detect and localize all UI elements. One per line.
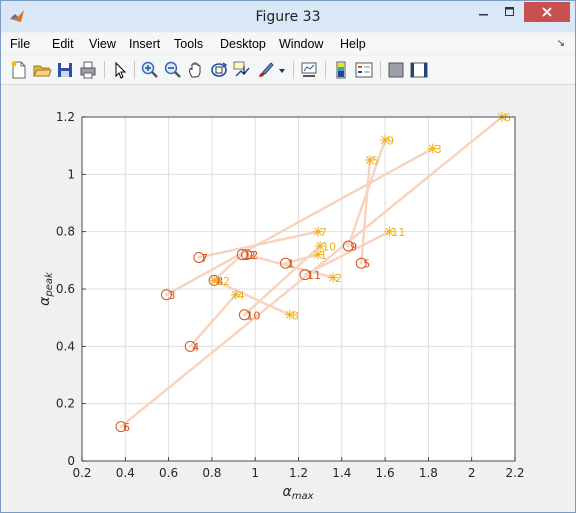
hide-plot-tools-icon[interactable] — [386, 60, 406, 80]
star-label-9: 9 — [387, 134, 394, 147]
circle-label-3: 3 — [168, 289, 175, 302]
x-tick-label: 0.4 — [116, 466, 135, 480]
save-icon[interactable] — [55, 60, 75, 80]
circle-label-9: 9 — [350, 241, 357, 254]
y-axis-label: αpeak — [37, 271, 55, 306]
star-label-12: 12 — [216, 275, 230, 288]
menu-view[interactable]: View — [89, 37, 116, 51]
x-tick-label: 2.2 — [505, 466, 524, 480]
star-label-2: 2 — [335, 272, 342, 285]
x-axis-label: αmax — [282, 484, 313, 502]
x-tick-label: 1.2 — [289, 466, 308, 480]
insert-colorbar-icon[interactable] — [331, 60, 351, 80]
x-tick-label: 1.6 — [376, 466, 395, 480]
x-tick-label: 2 — [468, 466, 476, 480]
data-cursor-icon[interactable] — [232, 60, 252, 80]
menu-bar: File Edit View Insert Tools Desktop Wind… — [1, 33, 575, 55]
maximize-icon — [505, 7, 514, 16]
toolbar-separator — [134, 61, 135, 79]
toolbar-separator — [293, 61, 294, 79]
circle-label-11: 11 — [307, 269, 321, 282]
x-tick-label: 1.4 — [332, 466, 351, 480]
x-tick-label: 0.6 — [159, 466, 178, 480]
star-label-8: 8 — [292, 309, 299, 322]
pan-hand-icon[interactable] — [186, 60, 206, 80]
menu-tools[interactable]: Tools — [174, 37, 203, 51]
circle-label-4: 4 — [192, 341, 199, 354]
circle-label-12: 12 — [244, 249, 258, 262]
menu-desktop[interactable]: Desktop — [220, 37, 266, 51]
menu-file[interactable]: File — [10, 37, 30, 51]
y-tick-label: 0.2 — [56, 397, 75, 411]
x-tick-label: 1.8 — [419, 466, 438, 480]
rotate-3d-icon[interactable] — [209, 60, 229, 80]
menu-insert[interactable]: Insert — [129, 37, 160, 51]
star-label-10: 10 — [322, 241, 336, 254]
dock-arrow-icon[interactable]: ↘ — [557, 38, 565, 49]
title-bar[interactable]: Figure 33 — [1, 1, 575, 32]
new-figure-icon[interactable] — [9, 60, 29, 80]
menu-window[interactable]: Window — [279, 37, 323, 51]
print-icon[interactable] — [78, 60, 98, 80]
y-tick-label: 1 — [67, 167, 75, 181]
y-tick-label: 1.2 — [56, 110, 75, 124]
toolbar-separator — [380, 61, 381, 79]
figure-window: Figure 33 File Edit View Insert Tools De… — [0, 0, 576, 513]
circle-label-5: 5 — [363, 258, 370, 271]
link-plot-icon[interactable] — [299, 60, 319, 80]
star-label-11: 11 — [391, 226, 405, 239]
toolbar-separator — [104, 61, 105, 79]
circle-label-7: 7 — [201, 252, 208, 265]
close-icon — [542, 7, 552, 17]
star-label-7: 7 — [320, 226, 327, 239]
circle-label-1: 1 — [288, 258, 295, 271]
figure-canvas[interactable]: 112233445566778899101011111212 0.2 0.4 0.6… — [9, 86, 567, 506]
y-tick-label: 0.6 — [56, 282, 75, 296]
star-label-5: 5 — [372, 155, 379, 168]
minimize-icon — [479, 14, 488, 16]
zoom-out-icon[interactable] — [163, 60, 183, 80]
brush-icon[interactable] — [255, 60, 275, 80]
star-label-6: 6 — [504, 112, 511, 125]
star-label-3: 3 — [435, 143, 442, 156]
close-button[interactable] — [524, 2, 570, 22]
y-tick-label: 0.4 — [56, 339, 75, 353]
menu-edit[interactable]: Edit — [52, 37, 74, 51]
circle-label-6: 6 — [123, 421, 130, 434]
x-tick-label: 0.8 — [202, 466, 221, 480]
edit-plot-arrow-icon[interactable] — [110, 60, 130, 80]
menu-help[interactable]: Help — [340, 37, 366, 51]
open-file-icon[interactable] — [32, 60, 52, 80]
zoom-in-icon[interactable] — [140, 60, 160, 80]
toolbar-separator — [325, 61, 326, 79]
star-label-4: 4 — [238, 289, 245, 302]
minimize-button[interactable] — [471, 2, 497, 22]
brush-dropdown-icon[interactable] — [277, 60, 287, 80]
insert-legend-icon[interactable] — [354, 60, 374, 80]
x-tick-label: 0.2 — [72, 466, 91, 480]
y-tick-label: 0 — [67, 454, 75, 468]
toolbar — [1, 56, 575, 85]
y-tick-label: 0.8 — [56, 225, 75, 239]
show-plot-tools-icon[interactable] — [409, 60, 429, 80]
circle-label-10: 10 — [246, 309, 260, 322]
x-tick-label: 1 — [251, 466, 259, 480]
maximize-button[interactable] — [497, 2, 523, 22]
